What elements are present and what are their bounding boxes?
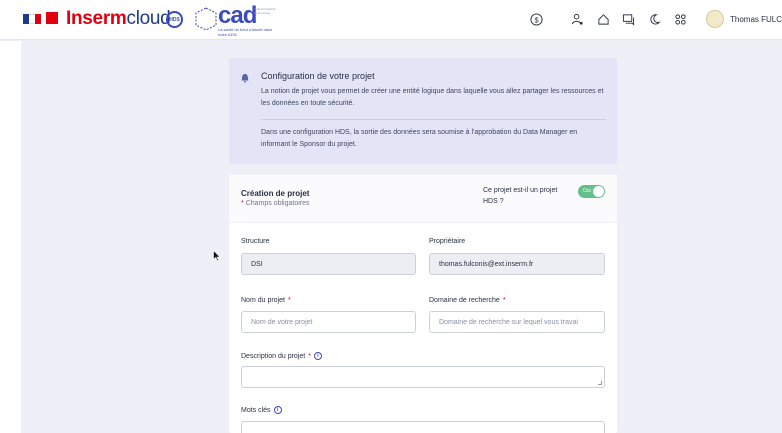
info-title: Configuration de votre projet xyxy=(261,71,375,81)
description-info-icon[interactable]: i xyxy=(313,352,322,360)
research-domain-input[interactable]: Domaine de recherche sur lequel vous tra… xyxy=(429,311,605,333)
moon-icon[interactable] xyxy=(648,13,661,26)
user-avatar[interactable] xyxy=(706,10,724,28)
cad-tagline: La santé du futur s'inscrit dans notre A… xyxy=(218,27,273,37)
cad-logo[interactable]: cad xyxy=(218,2,257,30)
inserm-logo-mark-icon xyxy=(46,12,58,24)
keywords-input[interactable] xyxy=(241,421,605,433)
description-textarea[interactable] xyxy=(241,366,605,388)
left-sidebar xyxy=(0,41,21,433)
cad-logo-subtitle: Collectif Analytic de Données xyxy=(254,7,276,15)
user-name[interactable]: Thomas FULCO xyxy=(730,15,782,24)
top-header: Insermcloud HDS cad Collectif Analytic d… xyxy=(0,0,782,40)
structure-field[interactable]: DSI xyxy=(241,253,416,275)
info-paragraph-hds: Dans une configuration HDS, la sortie de… xyxy=(261,129,578,148)
owner-field[interactable]: thomas.fulconis@ext.inserm.fr xyxy=(429,253,605,275)
cad-hexagon-icon xyxy=(195,7,217,31)
inserm-cloud-logo[interactable]: Insermcloud xyxy=(66,8,171,30)
info-paragraph: La notion de projet vous permet de créer… xyxy=(261,88,604,107)
project-name-input[interactable]: Nom de votre projet xyxy=(241,311,416,333)
hds-question-label: Ce projet est-il un projet HDS ? xyxy=(483,187,558,205)
description-label: Description du projet * i xyxy=(241,352,322,360)
hds-toggle[interactable]: Oui xyxy=(578,185,605,198)
project-creation-form: Création de projet * Champs obligatoires… xyxy=(229,175,617,433)
bell-icon xyxy=(241,74,249,83)
toggle-knob xyxy=(593,186,604,197)
info-divider xyxy=(261,119,606,120)
keywords-label: Mots clés i xyxy=(241,406,282,414)
mouse-cursor-icon xyxy=(213,250,221,262)
form-header: Création de projet * Champs obligatoires… xyxy=(229,175,617,223)
user-key-icon[interactable] xyxy=(571,13,584,26)
resize-handle-icon[interactable] xyxy=(598,381,602,385)
structure-label: Structure xyxy=(241,238,270,245)
owner-label: Propriétaire xyxy=(429,238,466,245)
apps-icon[interactable] xyxy=(674,13,687,26)
svg-text:$: $ xyxy=(534,15,538,24)
dollar-icon[interactable]: $ xyxy=(530,13,543,26)
research-domain-label: Domaine de recherche * xyxy=(429,297,506,304)
keywords-info-icon[interactable]: i xyxy=(273,406,282,414)
chat-icon[interactable] xyxy=(622,13,635,26)
hds-badge-icon: HDS xyxy=(166,11,183,28)
project-config-info-panel: Configuration de votre projet La notion … xyxy=(229,58,617,164)
required-note: * Champs obligatoires xyxy=(241,200,310,207)
home-icon[interactable] xyxy=(597,13,610,26)
hds-toggle-label: Oui xyxy=(583,188,591,194)
form-title: Création de projet xyxy=(241,189,310,198)
project-name-label: Nom du projet * xyxy=(241,297,291,304)
republique-flag-icon xyxy=(23,14,41,24)
